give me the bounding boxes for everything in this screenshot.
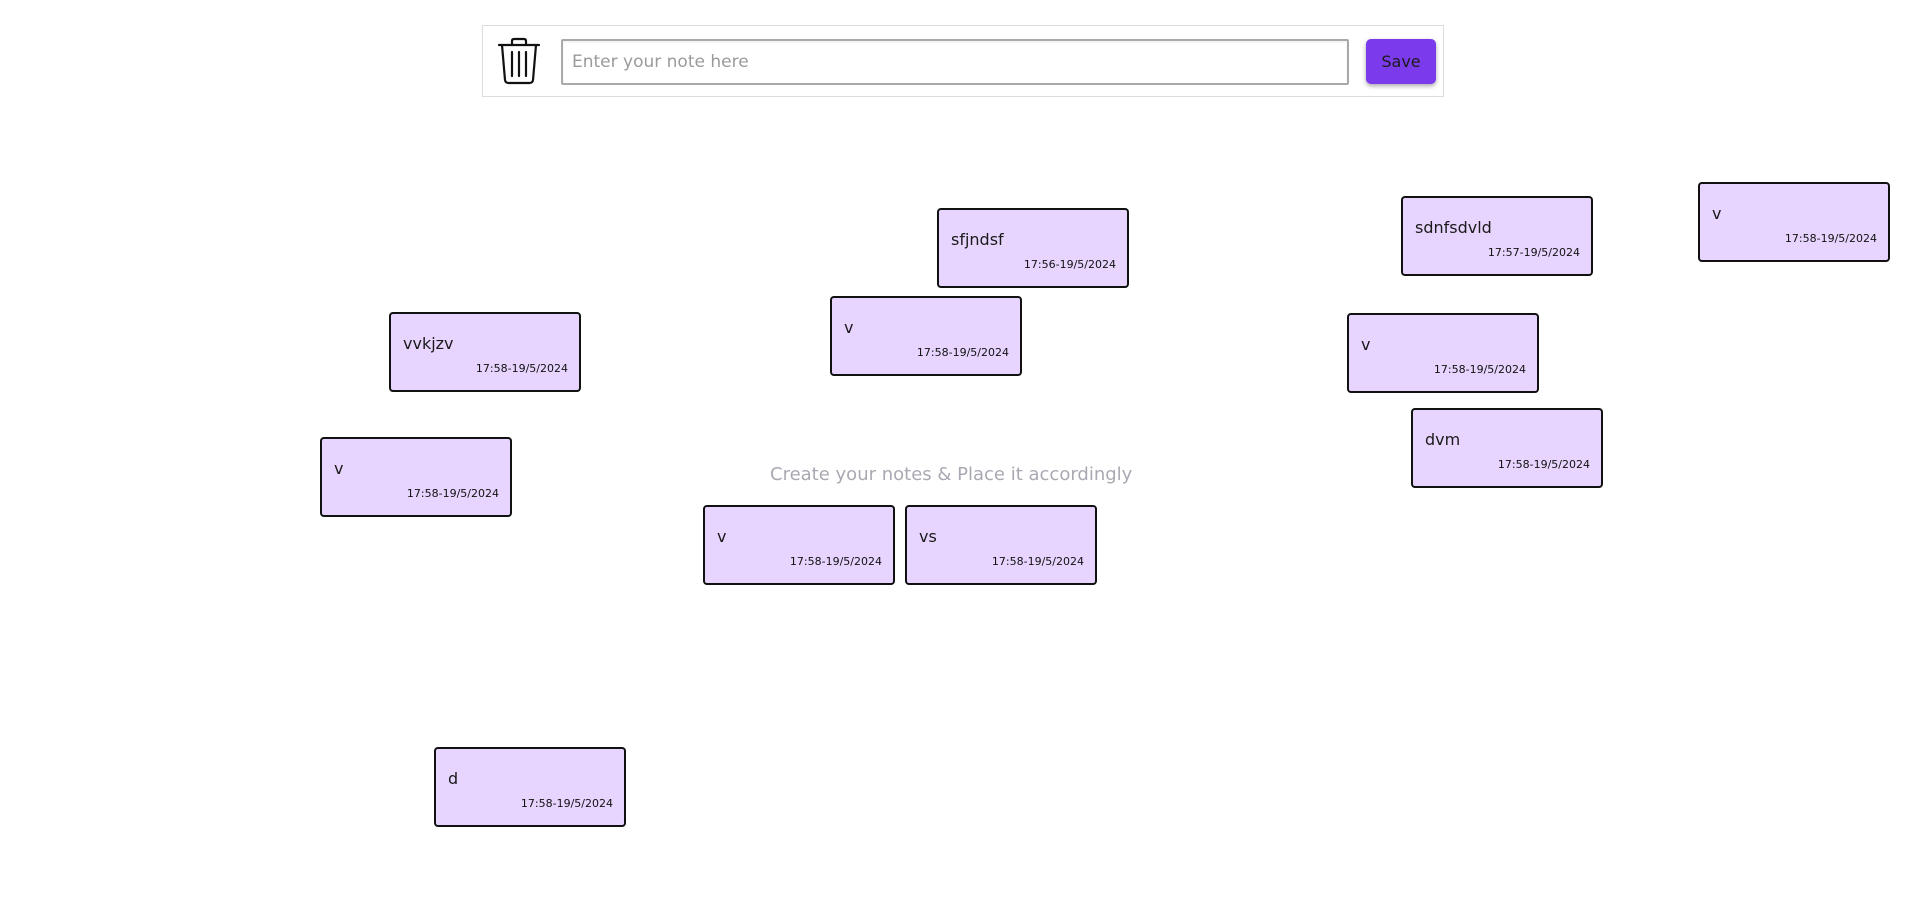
note-text: v: [844, 318, 854, 337]
note-timestamp: 17:58-19/5/2024: [475, 362, 568, 375]
note-text: dvm: [1425, 430, 1461, 449]
note-card[interactable]: dvm 17:58-19/5/2024: [1411, 408, 1603, 488]
note-card[interactable]: sfjndsf 17:56-19/5/2024: [937, 208, 1129, 288]
note-timestamp: 17:58-19/5/2024: [520, 797, 613, 810]
trash-icon[interactable]: [495, 36, 543, 86]
note-timestamp: 17:58-19/5/2024: [406, 487, 499, 500]
notes-app: Save Create your notes & Place it accord…: [0, 0, 1916, 923]
empty-hint: Create your notes & Place it accordingly: [770, 464, 1133, 485]
note-text: v: [334, 459, 344, 478]
note-text: v: [717, 527, 727, 546]
note-text: d: [448, 769, 459, 788]
note-text: vvkjzv: [403, 334, 454, 353]
note-text: sdnfsdvld: [1415, 218, 1492, 237]
note-timestamp: 17:58-19/5/2024: [1497, 458, 1590, 471]
note-timestamp: 17:58-19/5/2024: [1784, 232, 1877, 245]
note-card[interactable]: v 17:58-19/5/2024: [1698, 182, 1890, 262]
note-text: sfjndsf: [951, 230, 1004, 249]
note-timestamp: 17:57-19/5/2024: [1487, 246, 1580, 259]
note-input[interactable]: [561, 39, 1349, 85]
note-timestamp: 17:56-19/5/2024: [1023, 258, 1116, 271]
note-text: v: [1712, 204, 1722, 223]
note-text: vs: [919, 527, 937, 546]
note-card[interactable]: vvkjzv 17:58-19/5/2024: [389, 312, 581, 392]
note-card[interactable]: v 17:58-19/5/2024: [320, 437, 512, 517]
note-timestamp: 17:58-19/5/2024: [789, 555, 882, 568]
note-timestamp: 17:58-19/5/2024: [1433, 363, 1526, 376]
note-card[interactable]: vs 17:58-19/5/2024: [905, 505, 1097, 585]
note-card[interactable]: v 17:58-19/5/2024: [703, 505, 895, 585]
note-card[interactable]: d 17:58-19/5/2024: [434, 747, 626, 827]
note-timestamp: 17:58-19/5/2024: [991, 555, 1084, 568]
note-card[interactable]: sdnfsdvld 17:57-19/5/2024: [1401, 196, 1593, 276]
save-button[interactable]: Save: [1366, 39, 1436, 84]
note-text: v: [1361, 335, 1371, 354]
note-toolbar: Save: [482, 25, 1444, 97]
note-card[interactable]: v 17:58-19/5/2024: [1347, 313, 1539, 393]
note-card[interactable]: v 17:58-19/5/2024: [830, 296, 1022, 376]
note-timestamp: 17:58-19/5/2024: [916, 346, 1009, 359]
